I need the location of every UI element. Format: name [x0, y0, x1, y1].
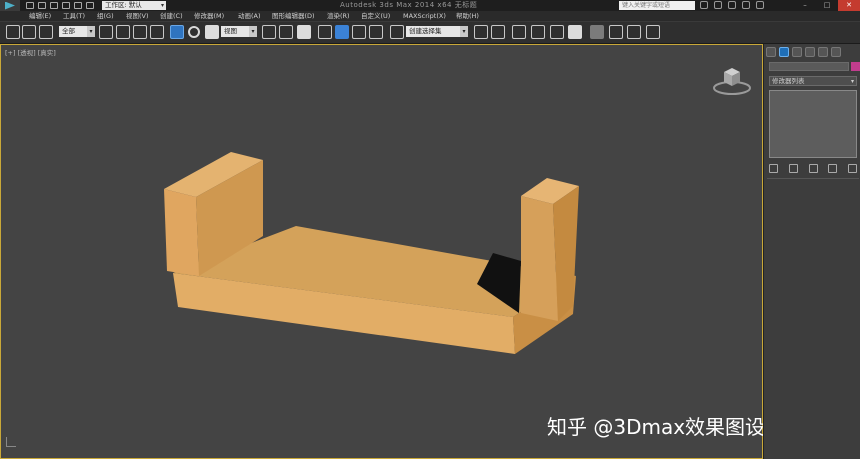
quick-access-toolbar: [26, 2, 94, 9]
select-and-rotate-icon[interactable]: [188, 26, 200, 38]
toggle-ribbon-icon[interactable]: [531, 25, 545, 39]
world-axis-icon: [6, 437, 16, 447]
new-file-icon[interactable]: [26, 2, 34, 9]
align-icon[interactable]: [491, 25, 505, 39]
material-editor-icon[interactable]: [590, 25, 604, 39]
pivot-point-center-icon[interactable]: [262, 25, 276, 39]
menu-group[interactable]: 组(G): [97, 11, 114, 22]
redo-icon[interactable]: [74, 2, 82, 9]
spinner-snap-toggle-icon[interactable]: [369, 25, 383, 39]
window-crossing-icon[interactable]: [150, 25, 164, 39]
minimize-button[interactable]: –: [794, 0, 816, 11]
hierarchy-tab-icon[interactable]: [792, 47, 802, 57]
subscription-icon[interactable]: [714, 1, 722, 9]
angle-snap-toggle-icon[interactable]: [335, 25, 349, 39]
selection-filter-value: 全部: [62, 27, 75, 35]
app-logo-icon: [5, 1, 15, 10]
menu-customize[interactable]: 自定义(U): [361, 11, 390, 22]
menu-maxscript[interactable]: MAXScript(X): [403, 11, 446, 22]
search-icon[interactable]: [700, 1, 708, 9]
snaps-toggle-icon[interactable]: [318, 25, 332, 39]
show-end-result-icon[interactable]: [788, 163, 798, 173]
save-file-icon[interactable]: [50, 2, 58, 9]
menu-animation[interactable]: 动画(A): [238, 11, 261, 22]
remove-modifier-icon[interactable]: [828, 163, 838, 173]
object-name-field[interactable]: [769, 62, 849, 71]
menu-create[interactable]: 创建(C): [160, 11, 183, 22]
make-unique-icon[interactable]: [808, 163, 818, 173]
stack-tools: [769, 162, 857, 174]
menu-bar: 编辑(E) 工具(T) 组(G) 视图(V) 创建(C) 修改器(M) 动画(A…: [0, 11, 860, 22]
select-object-icon[interactable]: [99, 25, 113, 39]
modify-tab-icon[interactable]: [779, 47, 789, 57]
object-color-swatch[interactable]: [851, 62, 860, 71]
unlink-selection-icon[interactable]: [22, 25, 36, 39]
utilities-tab-icon[interactable]: [831, 47, 841, 57]
command-panel-tabs: [766, 47, 841, 57]
bind-to-space-warp-icon[interactable]: [39, 25, 53, 39]
info-center-tools: [700, 1, 764, 9]
command-panel: 修改器列表: [763, 44, 860, 459]
configure-modifier-sets-icon[interactable]: [848, 163, 857, 173]
select-and-scale-icon[interactable]: [205, 25, 219, 39]
select-by-name-icon[interactable]: [116, 25, 130, 39]
right-upright-front: [521, 196, 558, 321]
title-bar: 工作区: 默认 Autodesk 3ds Max 2014 x64 无标题 键入…: [0, 0, 860, 11]
undo-icon[interactable]: [62, 2, 70, 9]
menu-tools[interactable]: 工具(T): [63, 11, 85, 22]
open-file-icon[interactable]: [38, 2, 46, 9]
search-input[interactable]: 键入关键字或短语: [619, 1, 695, 10]
menu-help[interactable]: 帮助(H): [456, 11, 479, 22]
edit-named-selection-icon[interactable]: [390, 25, 404, 39]
create-tab-icon[interactable]: [766, 47, 776, 57]
communication-icon[interactable]: [728, 1, 736, 9]
render-production-icon[interactable]: [646, 25, 660, 39]
menu-modifiers[interactable]: 修改器(M): [194, 11, 224, 22]
scene-model[interactable]: [1, 45, 762, 458]
motion-tab-icon[interactable]: [805, 47, 815, 57]
mirror-icon[interactable]: [474, 25, 488, 39]
curve-editor-icon[interactable]: [550, 25, 564, 39]
favorites-icon[interactable]: [742, 1, 750, 9]
perspective-viewport[interactable]: [+] [透视] [真实] 知乎 @3Dmax效果图设计: [0, 44, 785, 459]
rendered-frame-window-icon[interactable]: [627, 25, 641, 39]
modifier-stack[interactable]: [769, 90, 857, 158]
maximize-button[interactable]: □: [816, 0, 838, 11]
reference-coordinate-dropdown[interactable]: 视图 ▾: [221, 26, 257, 37]
modifier-list-dropdown[interactable]: 修改器列表: [769, 76, 857, 86]
schematic-view-icon[interactable]: [568, 25, 582, 39]
layer-explorer-icon[interactable]: [512, 25, 526, 39]
pin-stack-icon[interactable]: [769, 163, 778, 173]
workspace-dropdown[interactable]: 工作区: 默认: [102, 1, 166, 10]
keyboard-shortcut-override-icon[interactable]: [297, 25, 311, 39]
menu-rendering[interactable]: 渲染(R): [327, 11, 350, 22]
named-selection-sets-dropdown[interactable]: 创建选择集 ▾: [406, 26, 468, 37]
menu-graph-editors[interactable]: 图形编辑器(D): [272, 11, 315, 22]
percent-snap-toggle-icon[interactable]: [352, 25, 366, 39]
help-icon[interactable]: [756, 1, 764, 9]
menu-views[interactable]: 视图(V): [126, 11, 149, 22]
main-toolbar: 全部 ▾ 视图 ▾ 创建选择集 ▾: [0, 22, 860, 44]
selection-filter-dropdown[interactable]: 全部 ▾: [59, 26, 95, 37]
left-upright-front: [164, 189, 199, 276]
select-and-link-icon[interactable]: [6, 25, 20, 39]
reference-coordinate-value: 视图: [224, 27, 237, 35]
close-button[interactable]: ✕: [838, 0, 860, 11]
named-selection-value: 创建选择集: [409, 27, 442, 35]
chevron-down-icon: ▾: [87, 26, 95, 37]
rectangular-selection-icon[interactable]: [133, 25, 147, 39]
display-tab-icon[interactable]: [818, 47, 828, 57]
chevron-down-icon: ▾: [460, 26, 468, 37]
select-and-move-icon[interactable]: [170, 25, 184, 39]
select-and-manipulate-icon[interactable]: [279, 25, 293, 39]
render-setup-icon[interactable]: [609, 25, 623, 39]
project-folder-icon[interactable]: [86, 2, 94, 9]
window-controls: – □ ✕: [794, 0, 860, 11]
window-title: Autodesk 3ds Max 2014 x64 无标题: [340, 1, 478, 9]
panel-divider: [767, 178, 859, 179]
menu-edit[interactable]: 编辑(E): [29, 11, 51, 22]
app-menu-button[interactable]: [0, 0, 20, 11]
chevron-down-icon: ▾: [249, 26, 257, 37]
watermark: 知乎 @3Dmax效果图设计: [547, 415, 786, 439]
